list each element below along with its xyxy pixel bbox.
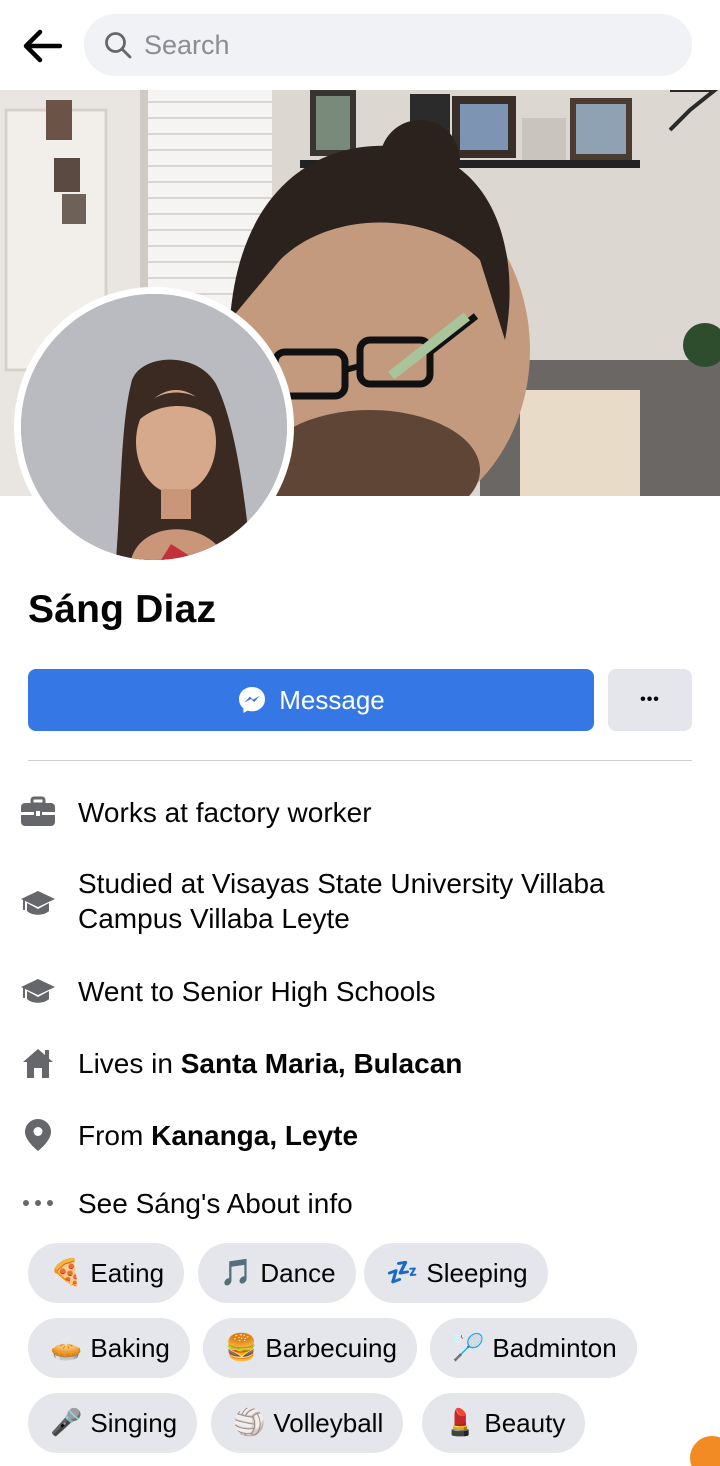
info-college-text: Studied at Visayas State University Vill… xyxy=(78,868,605,934)
hobby-chip-dance[interactable]: 🎵 Dance xyxy=(198,1243,356,1303)
briefcase-icon xyxy=(20,794,56,830)
lipstick-icon: 💄 xyxy=(444,1408,477,1438)
hobby-chip-sleeping[interactable]: 💤 Sleeping xyxy=(364,1243,548,1303)
zzz-icon: 💤 xyxy=(386,1258,419,1288)
hobby-label: Singing xyxy=(90,1407,178,1438)
hobby-chip-volleyball[interactable]: 🏐 Volleyball xyxy=(211,1393,404,1453)
info-from-text: From Kananga, Leyte xyxy=(78,1119,359,1151)
info-highschool[interactable]: Went to Senior High Schools xyxy=(20,973,700,1009)
message-button[interactable]: Message xyxy=(28,669,594,731)
hobby-chip-baking[interactable]: 🥧 Baking xyxy=(28,1318,190,1378)
hobby-chip-eating[interactable]: 🍕 Eating xyxy=(28,1243,185,1303)
messenger-icon xyxy=(237,685,267,715)
hobby-label: Volleyball xyxy=(273,1407,384,1438)
hobby-label: Barbecuing xyxy=(265,1332,397,1363)
more-options-label: ••• xyxy=(640,691,660,708)
divider xyxy=(28,760,692,761)
pie-icon: 🥧 xyxy=(50,1333,83,1363)
search-bar[interactable] xyxy=(84,14,692,76)
back-arrow-icon[interactable] xyxy=(18,22,66,70)
location-pin-icon xyxy=(20,1117,56,1153)
info-from[interactable]: From Kananga, Leyte xyxy=(20,1117,700,1153)
graduation-cap-icon xyxy=(20,973,56,1009)
profile-name: Sáng Diaz xyxy=(28,588,217,631)
info-lives[interactable]: Lives in Santa Maria, Bulacan xyxy=(20,1045,700,1081)
search-icon xyxy=(104,31,132,59)
see-about-info-text: See Sáng's About info xyxy=(78,1187,353,1219)
pizza-icon: 🍕 xyxy=(50,1258,83,1288)
volleyball-icon: 🏐 xyxy=(233,1408,266,1438)
graduation-cap-icon xyxy=(20,885,56,921)
hobby-chip-beauty[interactable]: 💄 Beauty xyxy=(422,1393,586,1453)
see-about-info[interactable]: See Sáng's About info xyxy=(20,1185,700,1221)
more-options-button[interactable]: ••• xyxy=(608,669,692,731)
floating-action-badge[interactable] xyxy=(690,1436,720,1466)
hobby-label: Eating xyxy=(90,1257,165,1288)
hobby-label: Dance xyxy=(260,1257,336,1288)
microphone-icon: 🎤 xyxy=(50,1408,83,1438)
info-lives-text: Lives in Santa Maria, Bulacan xyxy=(78,1047,463,1079)
message-button-label: Message xyxy=(279,684,385,715)
hobby-label: Baking xyxy=(90,1332,170,1363)
hobby-chip-singing[interactable]: 🎤 Singing xyxy=(28,1393,198,1453)
top-bar xyxy=(0,0,720,90)
info-work-text: Works at factory worker xyxy=(78,796,372,828)
ellipsis-icon xyxy=(20,1185,56,1221)
home-icon xyxy=(20,1045,56,1081)
hobby-chip-badminton[interactable]: 🏸 Badminton xyxy=(430,1318,637,1378)
search-input[interactable] xyxy=(144,29,664,61)
hobby-chip-barbecuing[interactable]: 🍔 Barbecuing xyxy=(203,1318,417,1378)
avatar xyxy=(21,294,287,560)
hobby-label: Beauty xyxy=(484,1407,566,1438)
hobby-label: Badminton xyxy=(492,1332,617,1363)
badminton-icon: 🏸 xyxy=(452,1333,485,1363)
burger-icon: 🍔 xyxy=(225,1333,258,1363)
profile-picture[interactable] xyxy=(14,287,294,567)
info-highschool-text: Went to Senior High Schools xyxy=(78,975,436,1007)
info-work[interactable]: Works at factory worker xyxy=(20,794,700,830)
info-college[interactable]: Studied at Visayas State University Vill… xyxy=(20,866,700,936)
hobby-label: Sleeping xyxy=(426,1257,528,1288)
music-note-icon: 🎵 xyxy=(220,1258,253,1288)
